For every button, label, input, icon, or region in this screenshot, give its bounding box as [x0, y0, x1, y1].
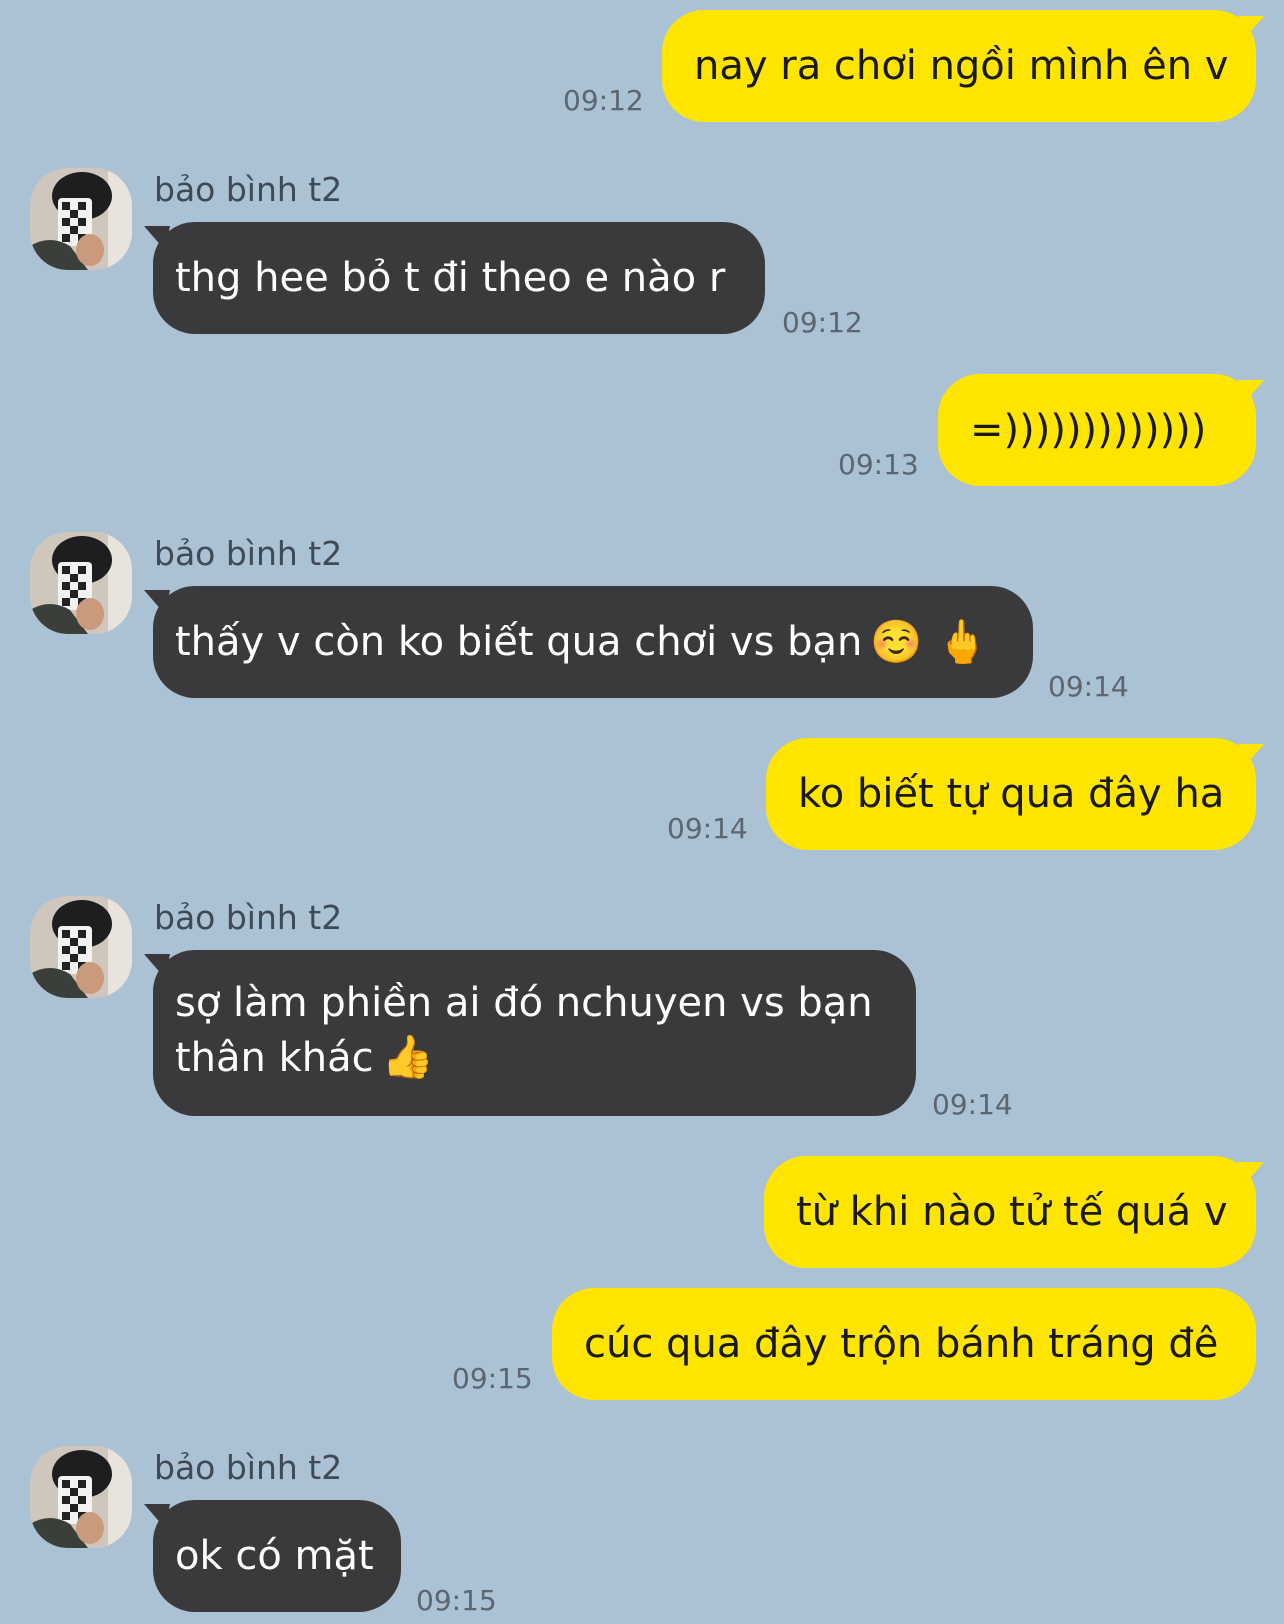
- message-bubble-outgoing[interactable]: ko biết tự qua đây ha: [766, 738, 1256, 850]
- message-time: 09:14: [1048, 670, 1129, 703]
- message-bubble-outgoing[interactable]: =))))))))))))): [938, 374, 1256, 486]
- message-bubble-incoming[interactable]: thấy v còn ko biết qua chơi vs bạn ☺️ 🖕: [153, 586, 1033, 698]
- sender-name: bảo bình t2: [154, 898, 343, 937]
- message-text: cúc qua đây trộn bánh tráng đê: [584, 1321, 1219, 1367]
- message-bubble-incoming[interactable]: sợ làm phiền ai đó nchuyen vs bạn thân k…: [153, 950, 916, 1116]
- contact-avatar[interactable]: [30, 532, 132, 634]
- message-time: 09:12: [782, 306, 863, 339]
- message-bubble-incoming[interactable]: ok có mặt: [153, 1500, 401, 1612]
- message-text: ok có mặt: [175, 1533, 374, 1579]
- message-bubble-outgoing[interactable]: nay ra chơi ngồi mình ên v: [662, 10, 1256, 122]
- message-bubble-outgoing[interactable]: cúc qua đây trộn bánh tráng đê: [552, 1288, 1256, 1400]
- avatar-photo: [30, 896, 132, 998]
- message-time: 09:14: [667, 812, 748, 845]
- avatar-photo: [30, 1446, 132, 1548]
- avatar-photo: [30, 532, 132, 634]
- message-text: từ khi nào tử tế quá v: [796, 1189, 1228, 1235]
- message-time: 09:14: [932, 1088, 1013, 1121]
- message-text: sợ làm phiền ai đó nchuyen vs bạn thân k…: [175, 976, 890, 1085]
- message-bubble-outgoing[interactable]: từ khi nào tử tế quá v: [764, 1156, 1256, 1268]
- message-time: 09:15: [452, 1362, 533, 1395]
- emoji: ☺️ 🖕: [870, 617, 989, 666]
- sender-name: bảo bình t2: [154, 1448, 343, 1487]
- message-time: 09:13: [838, 448, 919, 481]
- message-text: =))))))))))))): [970, 407, 1207, 453]
- message-bubble-incoming[interactable]: thg hee bỏ t đi theo e nào r: [153, 222, 765, 334]
- message-time: 09:15: [416, 1584, 497, 1617]
- sender-name: bảo bình t2: [154, 534, 343, 573]
- contact-avatar[interactable]: [30, 896, 132, 998]
- avatar-photo: [30, 168, 132, 270]
- message-text: nay ra chơi ngồi mình ên v: [694, 43, 1229, 89]
- message-time: 09:12: [563, 84, 644, 117]
- contact-avatar[interactable]: [30, 1446, 132, 1548]
- message-text: ko biết tự qua đây ha: [798, 771, 1225, 817]
- message-text: thg hee bỏ t đi theo e nào r: [175, 255, 726, 301]
- message-text: thấy v còn ko biết qua chơi vs bạn: [175, 619, 863, 665]
- sender-name: bảo bình t2: [154, 170, 343, 209]
- emoji: 👍: [381, 1032, 434, 1081]
- contact-avatar[interactable]: [30, 168, 132, 270]
